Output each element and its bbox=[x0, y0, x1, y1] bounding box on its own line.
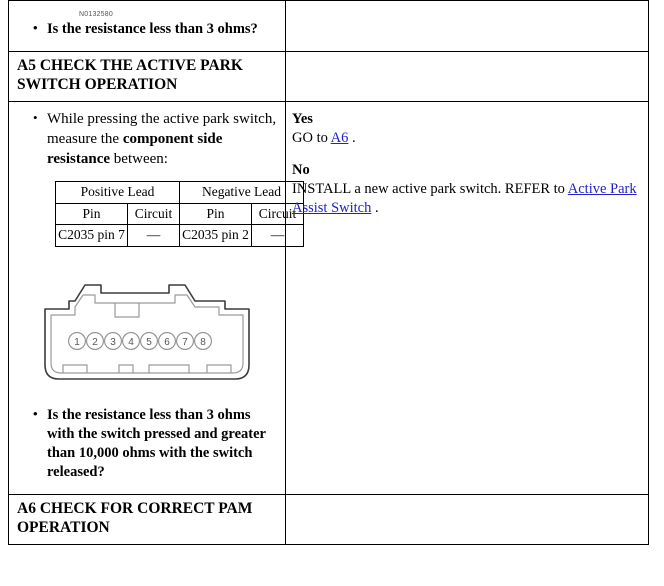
answer-text-no: INSTALL a new active park switch. REFER … bbox=[292, 180, 640, 218]
step-body-cell-a5: While pressing the active park switch, m… bbox=[8, 100, 304, 496]
pin-label-7: 7 bbox=[182, 337, 188, 348]
answer-yes-suffix: . bbox=[348, 130, 356, 147]
instruction-text-post: between: bbox=[110, 150, 168, 167]
instruction-bullet-list: While pressing the active park switch, m… bbox=[17, 109, 277, 169]
step-answer-cell-a5: Yes GO to A6 . No INSTALL a new active p… bbox=[285, 100, 649, 496]
section-header-answer-cell-a5 bbox=[285, 51, 649, 102]
section-header-cell-a6: A6 CHECK FOR CORRECT PAM OPERATION bbox=[8, 494, 286, 546]
lead-table-header-negative-pin: Pin bbox=[179, 202, 252, 225]
section-header-cell-a5: A5 CHECK THE ACTIVE PARK SWITCH OPERATIO… bbox=[8, 51, 286, 102]
lead-table-header-positive-circuit: Circuit bbox=[127, 202, 180, 225]
answer-yes-prefix: GO to bbox=[292, 130, 331, 147]
answer-spacer bbox=[292, 148, 640, 161]
connector-diagram: 1 2 3 4 5 6 7 8 bbox=[17, 269, 277, 392]
table-row: A5 CHECK THE ACTIVE PARK SWITCH OPERATIO… bbox=[8, 51, 649, 102]
section-header-answer-cell-a6 bbox=[285, 494, 649, 546]
answer-no-prefix: INSTALL a new active park switch. REFER … bbox=[292, 181, 568, 198]
pin-label-2: 2 bbox=[92, 337, 98, 348]
table-row: A6 CHECK FOR CORRECT PAM OPERATION bbox=[8, 494, 649, 546]
pin-label-5: 5 bbox=[146, 337, 152, 348]
answer-text-yes: GO to A6 . bbox=[292, 129, 640, 148]
pin-label-6: 6 bbox=[164, 337, 170, 348]
question-bullet-list: Is the resistance less than 3 ohms with … bbox=[17, 405, 277, 483]
previous-step-answer-cell bbox=[285, 0, 649, 53]
answer-label-no: No bbox=[292, 162, 310, 179]
table-row: N0132580 Is the resistance less than 3 o… bbox=[8, 0, 649, 53]
list-item: While pressing the active park switch, m… bbox=[33, 109, 277, 169]
table-row: While pressing the active park switch, m… bbox=[8, 100, 649, 496]
lead-table-cell-positive-pin: C2035 pin 7 bbox=[55, 223, 128, 247]
section-title-a5: A5 CHECK THE ACTIVE PARK SWITCH OPERATIO… bbox=[17, 57, 243, 94]
list-item: Is the resistance less than 3 ohms? bbox=[33, 19, 277, 39]
service-manual-page: N0132580 Is the resistance less than 3 o… bbox=[0, 0, 664, 586]
previous-step-cell: N0132580 Is the resistance less than 3 o… bbox=[8, 0, 286, 53]
answer-no-suffix: . bbox=[371, 200, 379, 217]
pin-label-4: 4 bbox=[128, 337, 134, 348]
section-title-a6: A6 CHECK FOR CORRECT PAM OPERATION bbox=[17, 500, 253, 537]
lead-table-header-positive-pin: Pin bbox=[55, 202, 128, 225]
pin-label-8: 8 bbox=[200, 337, 206, 348]
lead-table-cell-positive-circuit: — bbox=[127, 223, 180, 247]
lead-measurement-table: Positive Lead Negative Lead Pin Circuit … bbox=[55, 181, 304, 247]
lead-table-group-header-row: Positive Lead Negative Lead bbox=[55, 181, 304, 204]
link-a6[interactable]: A6 bbox=[331, 130, 349, 146]
lead-table-group-header-positive: Positive Lead bbox=[55, 181, 180, 204]
pin-label-1: 1 bbox=[74, 337, 80, 348]
lead-table-cell-negative-pin: C2035 pin 2 bbox=[179, 223, 252, 247]
list-item: Is the resistance less than 3 ohms with … bbox=[33, 405, 277, 483]
connector-illustration: 1 2 3 4 5 6 7 8 bbox=[44, 284, 250, 380]
diagnostic-procedure-table: N0132580 Is the resistance less than 3 o… bbox=[8, 0, 649, 546]
pin-label-3: 3 bbox=[110, 337, 116, 348]
answer-label-yes: Yes bbox=[292, 110, 313, 127]
lead-table-column-header-row: Pin Circuit Pin Circuit bbox=[55, 202, 304, 225]
reference-number: N0132580 bbox=[79, 11, 113, 18]
lead-table-row: C2035 pin 7 — C2035 pin 2 — bbox=[55, 223, 304, 247]
previous-step-bullet-list: Is the resistance less than 3 ohms? bbox=[17, 19, 277, 39]
